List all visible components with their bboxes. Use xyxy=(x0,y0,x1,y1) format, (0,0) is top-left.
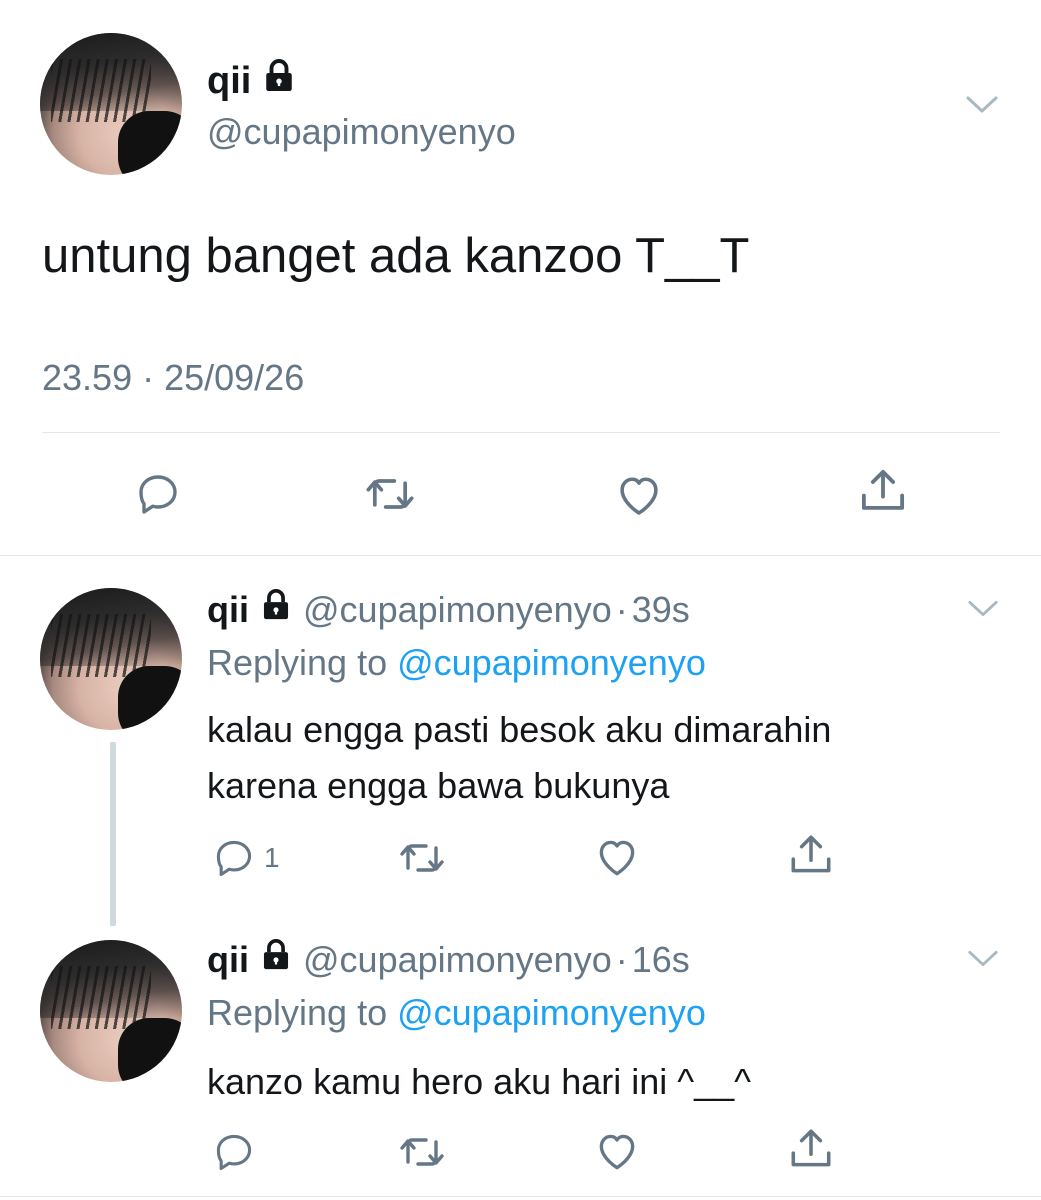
time-separator: · xyxy=(615,588,628,630)
share-button[interactable] xyxy=(786,830,836,880)
avatar[interactable] xyxy=(40,588,182,730)
replying-to-link[interactable]: @cupapimonyenyo xyxy=(397,642,706,683)
relative-time[interactable]: 39s xyxy=(632,589,690,631)
share-icon xyxy=(786,1124,836,1174)
reply-count: 1 xyxy=(264,842,280,873)
reply-button[interactable] xyxy=(212,1130,256,1174)
like-button[interactable] xyxy=(592,1126,642,1176)
like-icon xyxy=(592,832,642,882)
time-separator: · xyxy=(615,938,628,980)
divider xyxy=(42,432,1000,433)
reply-header: qii @cupapimonyenyo · 39s xyxy=(207,588,690,631)
like-icon xyxy=(612,468,666,522)
section-divider xyxy=(0,555,1041,556)
handle[interactable]: @cupapimonyenyo xyxy=(303,939,612,981)
like-button[interactable] xyxy=(592,832,642,882)
reply-button[interactable] xyxy=(134,470,182,518)
reply-header: qii @cupapimonyenyo · 16s xyxy=(207,938,690,981)
replying-to: Replying to @cupapimonyenyo xyxy=(207,642,706,684)
lock-icon xyxy=(259,588,293,631)
relative-time[interactable]: 16s xyxy=(632,939,690,981)
avatar[interactable] xyxy=(40,33,182,175)
reply-icon xyxy=(134,470,182,518)
lock-icon xyxy=(261,58,297,104)
handle[interactable]: @cupapimonyenyo xyxy=(207,111,516,153)
share-icon xyxy=(786,830,836,880)
replying-to: Replying to @cupapimonyenyo xyxy=(207,992,706,1034)
tweet-text: kalau engga pasti besok aku dimarahin ka… xyxy=(207,709,832,806)
chevron-down-icon[interactable] xyxy=(966,946,1000,975)
like-icon xyxy=(592,1126,642,1176)
bottom-divider xyxy=(0,1196,1041,1197)
tweet-text: untung banget ada kanzoo T__T xyxy=(42,229,750,283)
retweet-icon xyxy=(364,468,416,520)
share-button[interactable] xyxy=(856,464,910,518)
replying-label: Replying to xyxy=(207,992,388,1033)
retweet-icon xyxy=(398,834,446,882)
reply-icon xyxy=(212,836,256,880)
display-name[interactable]: qii xyxy=(207,939,249,981)
retweet-button[interactable] xyxy=(398,834,446,882)
thread-connector xyxy=(110,742,116,926)
chevron-down-icon[interactable] xyxy=(966,596,1000,625)
display-name[interactable]: qii xyxy=(207,58,297,104)
display-name[interactable]: qii xyxy=(207,589,249,631)
reply-icon xyxy=(212,1130,256,1174)
retweet-icon xyxy=(398,1128,446,1176)
avatar[interactable] xyxy=(40,940,182,1082)
share-icon xyxy=(856,464,910,518)
reply-button[interactable]: 1 xyxy=(212,836,280,880)
retweet-button[interactable] xyxy=(398,1128,446,1176)
tweet-text: kanzo kamu hero aku hari ini ^__^ xyxy=(207,1061,752,1102)
share-button[interactable] xyxy=(786,1124,836,1174)
replying-label: Replying to xyxy=(207,642,388,683)
timestamp[interactable]: 23.59 · 25/09/26 xyxy=(42,357,304,399)
like-button[interactable] xyxy=(612,468,666,522)
lock-icon xyxy=(259,938,293,981)
handle[interactable]: @cupapimonyenyo xyxy=(303,589,612,631)
retweet-button[interactable] xyxy=(364,468,416,520)
chevron-down-icon[interactable] xyxy=(964,92,1000,121)
replying-to-link[interactable]: @cupapimonyenyo xyxy=(397,992,706,1033)
